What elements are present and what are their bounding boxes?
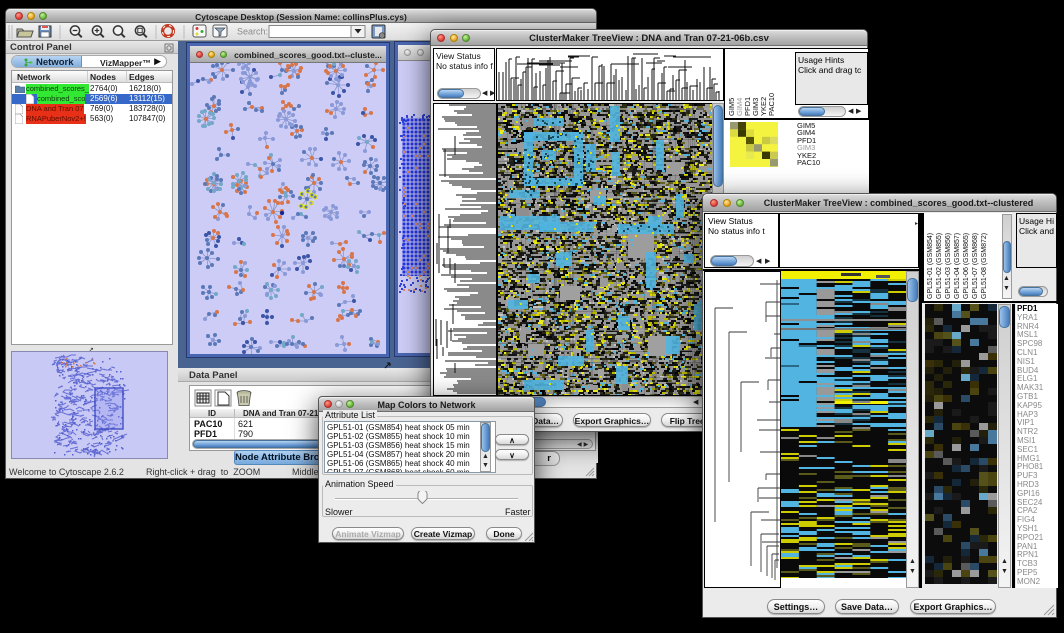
- svg-text:Search:: Search:: [237, 27, 268, 37]
